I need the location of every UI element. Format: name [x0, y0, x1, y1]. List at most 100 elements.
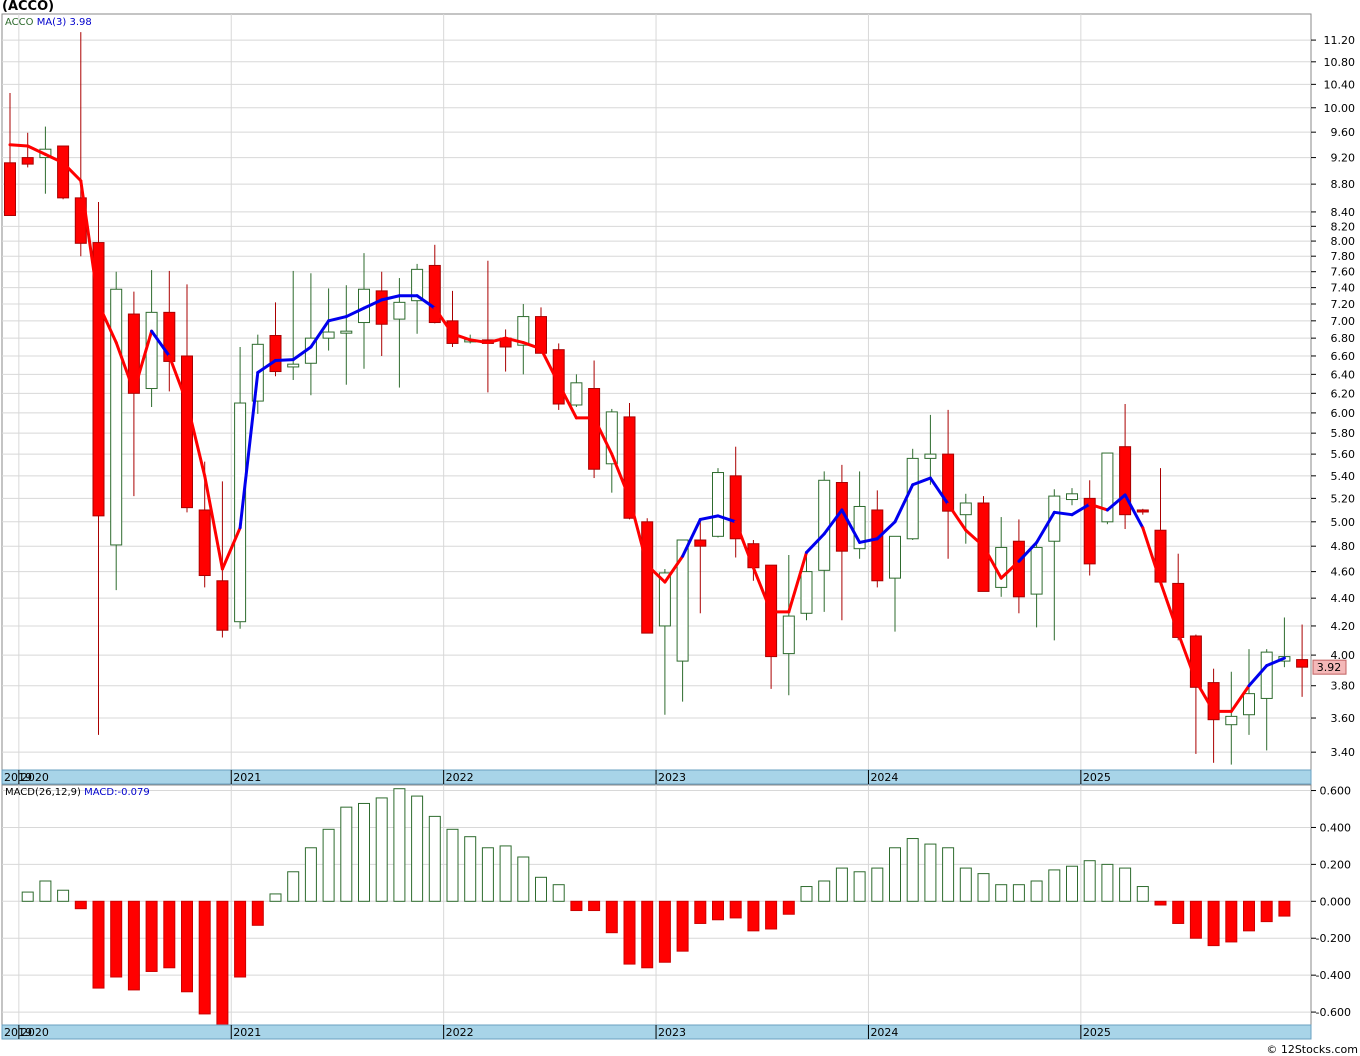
macd-bar-negative [1207, 900, 1220, 947]
candle-down [57, 145, 70, 199]
macd-bar-positive [57, 889, 70, 902]
macd-bar-negative [712, 900, 724, 921]
macd-bar-positive [800, 886, 813, 902]
candle-up [287, 363, 300, 368]
candle-down [181, 355, 193, 509]
candle-down [21, 157, 34, 165]
candle-down [694, 539, 707, 547]
candle-up [340, 330, 353, 334]
candle-down [375, 290, 388, 325]
macd-panel: -0.600 -0.400 -0.200 0.000 0.200 0.400 0.600 MA… [1, 784, 1352, 1040]
price-tick-label: 8.80 [1331, 178, 1356, 191]
macd-bar-negative [1243, 900, 1255, 932]
macd-bar-negative [92, 900, 105, 989]
price-tick-label: 9.20 [1331, 152, 1356, 165]
macd-bar-positive [322, 828, 335, 902]
macd-bar-positive [535, 876, 547, 902]
macd-tick-label: 0.000 [1320, 895, 1352, 908]
macd-bar-negative [198, 900, 211, 1015]
candle-down [198, 509, 211, 577]
candle-up [393, 301, 406, 320]
candle-down [871, 509, 884, 582]
macd-bar-negative [641, 900, 654, 969]
legend-ma-label: MA(3) [37, 17, 70, 28]
year-label: 2022 [446, 771, 474, 784]
macd-bar-negative [1260, 900, 1273, 923]
macd-bar-positive [39, 880, 52, 902]
year-label: 2024 [870, 771, 898, 784]
candle-up [110, 288, 123, 546]
candle-up [889, 535, 901, 579]
price-tick-label: 7.40 [1331, 282, 1356, 295]
macd-tick-label: -0.600 [1316, 1006, 1351, 1019]
macd-bar-negative [181, 900, 193, 993]
candle-up [1225, 715, 1238, 726]
macd-bar-positive [287, 871, 300, 902]
price-tick-label: 10.40 [1324, 78, 1356, 91]
legend-symbol: ACCO [5, 17, 37, 28]
price-tick-label: 7.20 [1331, 298, 1356, 311]
macd-bar-negative [1225, 900, 1238, 943]
price-tick-label: 6.00 [1331, 407, 1356, 420]
macd-legend-label: MACD(26,12,9) [5, 787, 84, 798]
price-tick-label: 6.20 [1331, 387, 1356, 400]
price-tick-label: 7.80 [1331, 250, 1356, 263]
macd-bar-negative [163, 900, 176, 969]
price-tick-label: 8.40 [1331, 206, 1356, 219]
year-label: 2023 [658, 1026, 686, 1039]
price-panel: 3.403.603.804.004.204.404.604.805.005.20… [1, 13, 1356, 785]
macd-tick-label: 0.200 [1320, 858, 1352, 871]
candle-down [216, 580, 229, 631]
macd-bar-negative [676, 900, 689, 952]
price-tick-label: 3.40 [1331, 746, 1356, 759]
macd-bar-negative [1172, 900, 1185, 924]
macd-bar-negative [1154, 900, 1167, 906]
macd-bar-positive [446, 828, 459, 902]
macd-bar-negative [110, 900, 123, 978]
macd-bar-negative [127, 900, 140, 991]
year-label: 2025 [1083, 1026, 1111, 1039]
macd-bar-positive [1066, 865, 1078, 902]
macd-bar-negative [1189, 900, 1202, 939]
year-label: 2022 [446, 1026, 474, 1039]
price-tick-label: 10.00 [1324, 102, 1356, 115]
price-tick-label: 8.20 [1331, 220, 1356, 233]
price-tick-label: 5.00 [1331, 516, 1356, 529]
price-tick-label: 8.00 [1331, 235, 1356, 248]
macd-legend-value: MACD:-0.079 [84, 787, 150, 798]
price-tick-label: 4.20 [1331, 620, 1356, 633]
year-label: 2021 [233, 771, 261, 784]
price-tick-label: 6.60 [1331, 350, 1356, 363]
macd-bar-negative [145, 900, 158, 972]
candle-down [1207, 682, 1220, 721]
macd-bar-positive [464, 836, 477, 902]
macd-bar-negative [1278, 900, 1291, 917]
macd-bar-positive [835, 867, 848, 902]
candle-up [1243, 693, 1255, 716]
candle-up [995, 546, 1008, 588]
candle-up [712, 472, 724, 537]
macd-tick-label: -0.200 [1316, 932, 1351, 945]
price-legend: ACCO MA(3) 3.98 [5, 17, 92, 28]
macd-bar-negative [74, 900, 87, 910]
footer-credit: © 12Stocks.com [1266, 1043, 1358, 1056]
macd-tick-label: -0.400 [1316, 969, 1351, 982]
candle-up [1260, 651, 1273, 699]
macd-bar-positive [977, 873, 990, 902]
macd-bar-positive [375, 797, 388, 902]
price-tick-label: 3.80 [1331, 680, 1356, 693]
candle-up [959, 502, 972, 516]
price-tick-label: 5.80 [1331, 427, 1356, 440]
candle-up [906, 457, 919, 540]
price-tick-label: 5.40 [1331, 470, 1356, 483]
candle-up [234, 402, 247, 623]
price-tick-label: 10.80 [1324, 56, 1356, 69]
macd-bar-negative [694, 900, 707, 924]
macd-bar-negative [216, 900, 229, 1026]
candle-down [1012, 540, 1025, 598]
macd-bar-positive [340, 806, 353, 902]
macd-bar-positive [411, 795, 424, 902]
macd-bar-positive [1083, 860, 1096, 902]
ma3-segment [274, 358, 295, 363]
macd-tick-label: 0.400 [1320, 821, 1352, 834]
